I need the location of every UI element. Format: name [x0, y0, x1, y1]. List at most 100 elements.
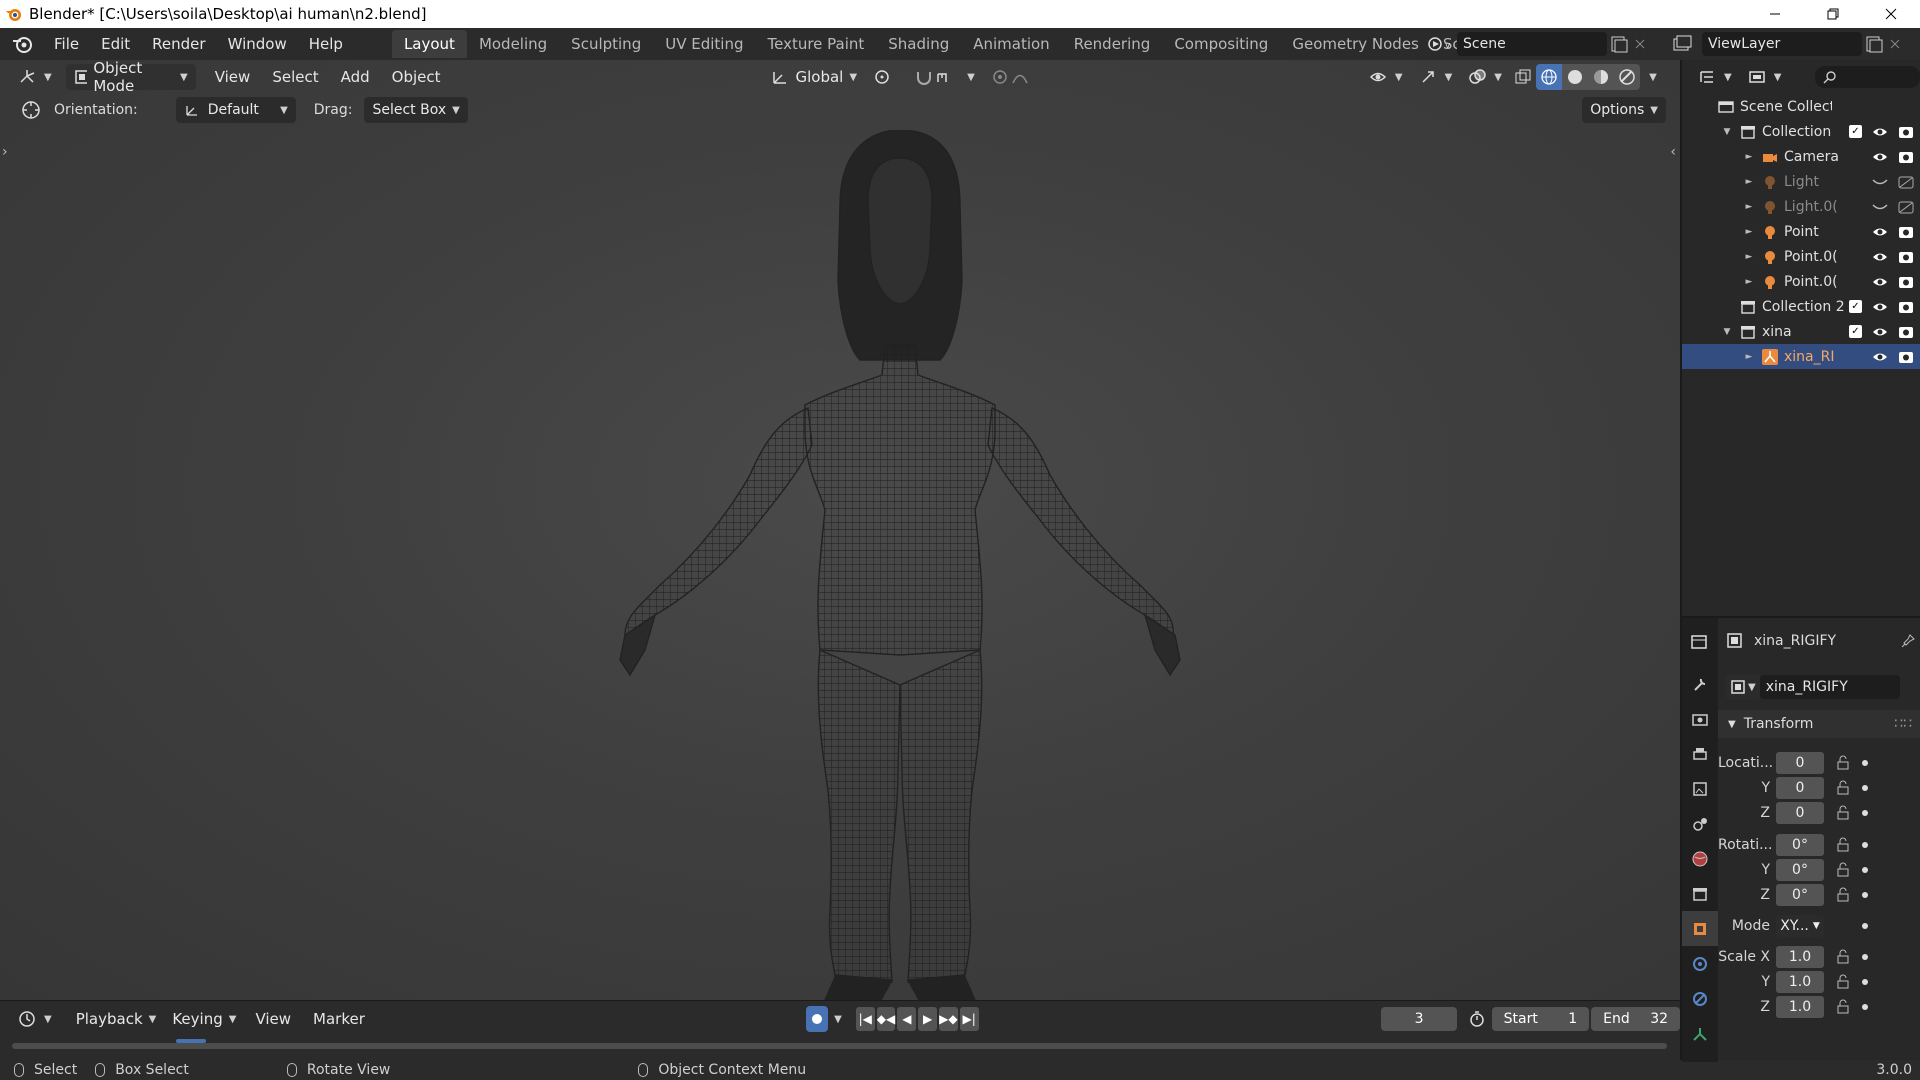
shading-options-dropdown[interactable]: ▼: [1640, 64, 1666, 90]
disclosure-expanded-icon[interactable]: ▼: [1720, 327, 1734, 337]
object-visibility-dropdown[interactable]: ▼: [1361, 64, 1411, 90]
active-tool-button[interactable]: [18, 97, 44, 123]
tab-constraints[interactable]: [1682, 981, 1718, 1016]
scale-x-field[interactable]: 1.0: [1776, 946, 1824, 968]
play-reverse-button[interactable]: ◀: [897, 1007, 917, 1031]
keyframe-dot-icon[interactable]: [1862, 867, 1868, 873]
playback-menu[interactable]: Playback ▼: [68, 1006, 165, 1032]
tab-animation[interactable]: Animation: [961, 30, 1061, 58]
outliner-row[interactable]: ▼ xina ✓: [1682, 319, 1920, 344]
lock-icon[interactable]: [1834, 837, 1854, 853]
tab-rendering[interactable]: Rendering: [1062, 30, 1163, 58]
lock-icon[interactable]: [1834, 862, 1854, 878]
disclosure-collapsed-icon[interactable]: ►: [1742, 352, 1756, 362]
render-camera-icon[interactable]: [1898, 325, 1914, 339]
viewport-menu-add[interactable]: Add: [330, 63, 381, 91]
tab-world[interactable]: [1682, 841, 1718, 876]
keyframe-dot-icon[interactable]: [1862, 760, 1868, 766]
outliner-editor-type-button[interactable]: ▼: [1690, 64, 1740, 90]
xray-toggle[interactable]: [1510, 64, 1536, 90]
preview-range-toggle[interactable]: [1465, 1006, 1487, 1032]
jump-to-end-button[interactable]: ▶|: [959, 1007, 979, 1031]
tab-uv-editing[interactable]: UV Editing: [653, 30, 755, 58]
render-camera-icon[interactable]: [1898, 300, 1914, 314]
tab-tool[interactable]: [1682, 666, 1718, 701]
exclude-checkbox[interactable]: ✓: [1849, 325, 1862, 338]
transform-orientation-dropdown[interactable]: Global ▼: [762, 64, 866, 90]
auto-keying-toggle[interactable]: [805, 1006, 829, 1032]
tab-scene[interactable]: [1682, 806, 1718, 841]
rotation-x-field[interactable]: 0°: [1776, 834, 1824, 856]
render-camera-icon[interactable]: [1898, 350, 1914, 364]
location-y-field[interactable]: 0: [1776, 777, 1824, 799]
pivot-point-dropdown[interactable]: [865, 64, 907, 90]
jump-to-next-keyframe-button[interactable]: ▶◆: [939, 1007, 958, 1031]
tab-compositing[interactable]: Compositing: [1162, 30, 1280, 58]
timeline-menu-marker[interactable]: Marker: [302, 1005, 376, 1033]
outliner-row[interactable]: ► Point: [1682, 219, 1920, 244]
timeline-editor-type-button[interactable]: ▼: [10, 1006, 60, 1032]
outliner-row[interactable]: ► Point.0(: [1682, 269, 1920, 294]
visibility-eye-icon[interactable]: [1872, 150, 1888, 164]
tab-modifiers[interactable]: [1682, 946, 1718, 981]
tab-object[interactable]: [1682, 911, 1718, 946]
outliner-row[interactable]: Collection 2 ✓: [1682, 294, 1920, 319]
keyframe-dot-icon[interactable]: [1862, 923, 1868, 929]
play-button[interactable]: ▶: [918, 1007, 937, 1031]
toolbar-expand-icon[interactable]: ›: [2, 144, 8, 160]
tab-layout[interactable]: Layout: [391, 30, 467, 58]
menu-file[interactable]: File: [43, 30, 90, 58]
sidebar-expand-icon[interactable]: ‹: [1670, 144, 1676, 160]
view-layer-browse-icon[interactable]: [1670, 33, 1702, 55]
outliner-row[interactable]: ► Camera: [1682, 144, 1920, 169]
gizmo-toggle[interactable]: ▼: [1411, 64, 1461, 90]
keyframe-dot-icon[interactable]: [1862, 785, 1868, 791]
start-frame-field[interactable]: Start 1: [1491, 1007, 1590, 1031]
render-camera-icon[interactable]: [1898, 125, 1914, 139]
visibility-eye-icon[interactable]: [1872, 300, 1888, 314]
new-scene-icon[interactable]: [1607, 33, 1631, 55]
tab-modeling[interactable]: Modeling: [467, 30, 559, 58]
location-z-field[interactable]: 0: [1776, 802, 1824, 824]
viewport-menu-view[interactable]: View: [204, 63, 262, 91]
tab-render[interactable]: [1682, 701, 1718, 736]
render-camera-icon[interactable]: [1898, 175, 1914, 189]
menu-render[interactable]: Render: [141, 30, 216, 58]
scene-name-field[interactable]: Scene: [1457, 32, 1607, 56]
visibility-eye-icon[interactable]: [1872, 325, 1888, 339]
display-mode-dropdown[interactable]: ▼: [1740, 64, 1790, 90]
tab-output[interactable]: [1682, 736, 1718, 771]
disclosure-collapsed-icon[interactable]: ►: [1742, 202, 1756, 212]
jump-to-start-button[interactable]: |◀: [855, 1007, 875, 1031]
disclosure-collapsed-icon[interactable]: ►: [1742, 152, 1756, 162]
jump-to-prev-keyframe-button[interactable]: ◆◀: [876, 1007, 896, 1031]
mode-dropdown[interactable]: Object Mode ▼: [65, 60, 196, 95]
keying-menu[interactable]: Keying ▼: [164, 1006, 244, 1032]
visibility-eye-icon[interactable]: [1872, 125, 1888, 139]
hidden-eye-icon[interactable]: [1872, 175, 1888, 189]
rotation-z-field[interactable]: 0°: [1776, 884, 1824, 906]
lock-icon[interactable]: [1834, 949, 1854, 965]
visibility-eye-icon[interactable]: [1872, 275, 1888, 289]
minimize-button[interactable]: [1746, 0, 1804, 28]
tab-sculpting[interactable]: Sculpting: [559, 30, 653, 58]
lock-icon[interactable]: [1834, 805, 1854, 821]
viewport-menu-object[interactable]: Object: [381, 63, 452, 91]
keying-options-dropdown[interactable]: ▼: [834, 1014, 842, 1025]
disclosure-collapsed-icon[interactable]: ►: [1742, 277, 1756, 287]
disclosure-collapsed-icon[interactable]: ►: [1742, 177, 1756, 187]
shading-material-button[interactable]: [1588, 64, 1614, 90]
playhead-marker[interactable]: [176, 1039, 206, 1043]
tab-collection[interactable]: [1682, 876, 1718, 911]
keyframe-dot-icon[interactable]: [1862, 954, 1868, 960]
keyframe-dot-icon[interactable]: [1862, 810, 1868, 816]
close-button[interactable]: [1862, 0, 1920, 28]
render-camera-icon[interactable]: [1898, 150, 1914, 164]
tab-view-layer[interactable]: [1682, 771, 1718, 806]
keyframe-dot-icon[interactable]: [1862, 1004, 1868, 1010]
blender-menu-icon[interactable]: [11, 33, 33, 55]
tab-geometry-nodes[interactable]: Geometry Nodes: [1280, 30, 1431, 58]
timeline-scrollbar[interactable]: [12, 1043, 1667, 1049]
outliner-row[interactable]: ▼ Collection ✓: [1682, 119, 1920, 144]
editor-type-button[interactable]: ▼: [10, 64, 60, 90]
